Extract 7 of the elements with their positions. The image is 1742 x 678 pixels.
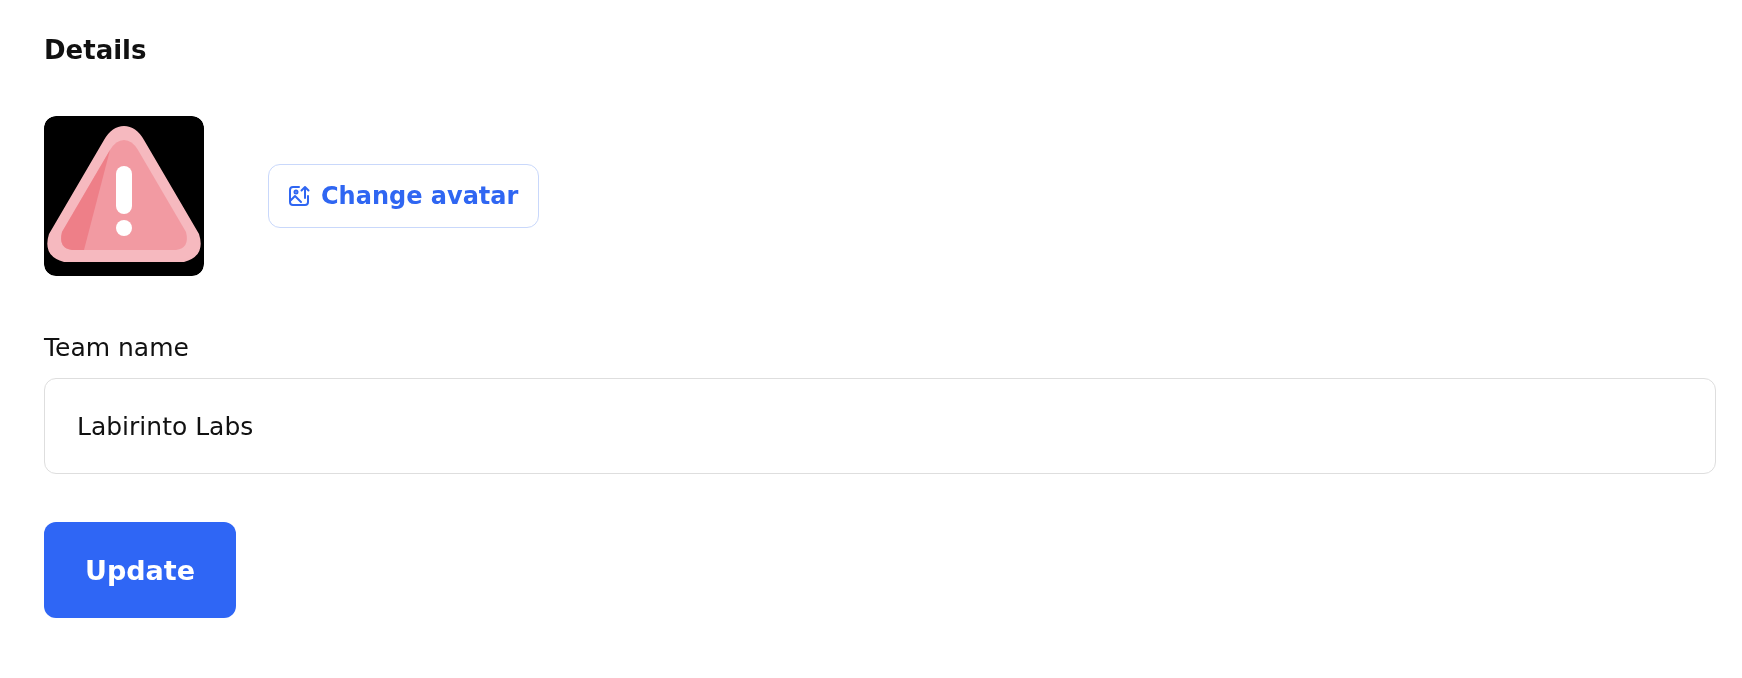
change-avatar-button[interactable]: Change avatar bbox=[268, 164, 540, 228]
update-button[interactable]: Update bbox=[44, 522, 236, 618]
section-heading: Details bbox=[44, 34, 148, 67]
field-label: Team name bbox=[44, 332, 190, 364]
image-upload-icon bbox=[287, 184, 311, 208]
team-name-field[interactable]: Labirinto Labs bbox=[44, 378, 1716, 474]
avatar-warning-icon bbox=[44, 116, 204, 276]
